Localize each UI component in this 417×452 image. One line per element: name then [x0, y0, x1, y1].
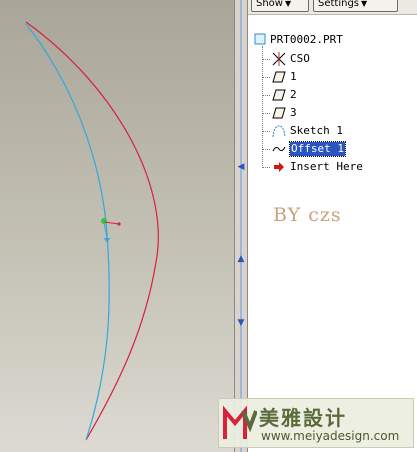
panel-splitter[interactable]: ◀ ▲ ▼	[234, 0, 248, 452]
graphics-viewport[interactable]	[0, 0, 234, 452]
curve-icon	[272, 142, 286, 156]
tree-item-label: 1	[290, 70, 297, 83]
settings-button[interactable]: Settings ▼	[313, 0, 398, 12]
tree-connector	[262, 59, 270, 60]
logo-mark-icon	[223, 405, 257, 439]
tree-connector	[262, 167, 270, 168]
logo-url: www.meiyadesign.com	[261, 429, 400, 443]
datum-plane-icon	[272, 88, 286, 102]
part-icon	[254, 33, 268, 47]
sketch-curve	[25, 23, 110, 441]
chevron-down-icon[interactable]: ▼	[236, 318, 246, 328]
offset-curve	[25, 21, 159, 441]
tree-item-label: Insert Here	[290, 160, 363, 173]
insert-arrow-icon	[273, 160, 287, 174]
datum-plane-icon	[272, 70, 286, 84]
tree-item-label: Sketch 1	[290, 124, 343, 137]
chevron-down-icon: ▼	[284, 0, 292, 8]
show-label: Show	[256, 0, 283, 9]
tree-connector	[262, 113, 270, 114]
direction-marker	[101, 218, 121, 243]
model-tree-toolbar: Show ▼ Settings ▼	[248, 0, 417, 15]
author-watermark: BY czs	[273, 204, 342, 226]
datum-plane-icon	[272, 106, 286, 120]
tree-connector	[262, 77, 270, 78]
collapse-left-icon[interactable]: ◀	[236, 162, 246, 172]
splitter-rail	[240, 0, 242, 452]
settings-label: Settings	[318, 0, 360, 9]
logo-name: 美雅設计	[259, 406, 347, 430]
tree-root-label: PRT0002.PRT	[270, 33, 343, 46]
tree-connector	[262, 149, 270, 150]
show-button[interactable]: Show ▼	[251, 0, 309, 12]
tree-item-label: 2	[290, 88, 297, 101]
tree-connector	[262, 131, 270, 132]
sketch-icon	[272, 124, 286, 138]
model-tree-panel: Show ▼ Settings ▼ PRT0002.PRT CSO 1 2 3 …	[248, 0, 417, 452]
tree-connector	[262, 46, 263, 166]
site-logo: 美雅設计 www.meiyadesign.com	[218, 398, 414, 448]
tree-item-label: CSO	[290, 52, 310, 65]
tree-item-label: Offset 1	[289, 141, 346, 157]
tree-connector	[262, 95, 270, 96]
csys-icon	[272, 52, 286, 66]
chevron-down-icon: ▼	[361, 0, 368, 8]
tree-item-label: 3	[290, 106, 297, 119]
model-geometry	[25, 21, 159, 441]
chevron-up-icon[interactable]: ▲	[236, 254, 246, 264]
